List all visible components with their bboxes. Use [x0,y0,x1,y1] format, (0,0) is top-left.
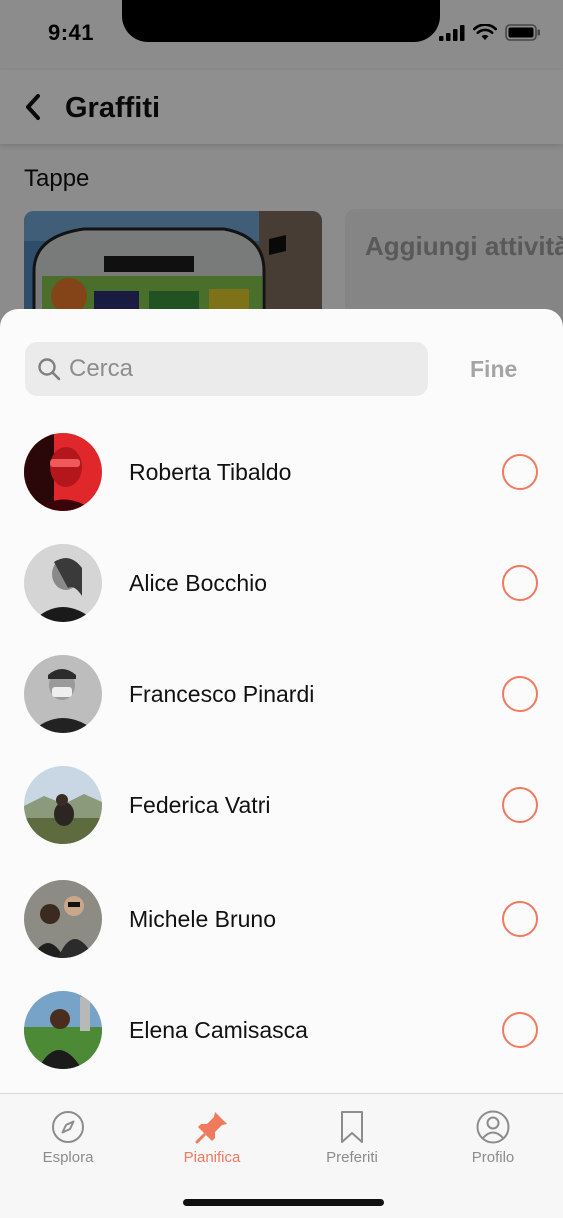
avatar [24,433,102,511]
tab-label: Pianifica [183,1149,241,1166]
contact-row[interactable]: Alice Bocchio [0,544,563,624]
contact-name: Federica Vatri [129,792,271,818]
pin-icon [195,1112,227,1144]
select-radio[interactable] [502,565,538,601]
contacts-sheet: Fine Roberta Tibaldo Alice Bocchio [0,309,563,1218]
tab-explore[interactable]: Esplora [8,1110,128,1170]
contact-row[interactable]: Francesco Pinardi [0,655,563,735]
contact-name: Alice Bocchio [129,570,268,596]
contact-row[interactable]: Elena Camisasca [0,991,563,1071]
select-radio[interactable] [502,1012,538,1048]
contact-name: Elena Camisasca [129,1017,308,1043]
search-box[interactable] [25,342,428,396]
contact-row[interactable]: Federica Vatri [0,766,563,846]
select-radio[interactable] [502,676,538,712]
home-indicator[interactable] [183,1199,384,1206]
contact-row[interactable]: Michele Bruno [0,880,563,960]
tab-bar: Esplora Pianifica Preferiti Profilo [0,1093,563,1218]
search-input[interactable] [69,351,419,387]
avatar [24,880,102,958]
avatar [24,655,102,733]
tab-plan[interactable]: Pianifica [152,1110,272,1170]
tab-profile[interactable]: Profilo [433,1110,553,1170]
tab-label: Preferiti [326,1149,378,1166]
tab-label: Esplora [42,1149,94,1166]
contact-name: Michele Bruno [129,906,277,932]
contact-row[interactable]: Roberta Tibaldo [0,433,563,513]
avatar [24,991,102,1069]
contact-name: Francesco Pinardi [129,681,315,707]
bookmark-icon [341,1111,363,1143]
select-radio[interactable] [502,901,538,937]
done-button[interactable]: Fine [470,356,517,383]
tab-label: Profilo [471,1149,515,1166]
select-radio[interactable] [502,787,538,823]
select-radio[interactable] [502,454,538,490]
contact-name: Roberta Tibaldo [129,459,292,485]
compass-icon [52,1111,84,1143]
tab-favorites[interactable]: Preferiti [292,1110,412,1170]
avatar [24,766,102,844]
avatar [24,544,102,622]
search-icon [38,358,61,381]
profile-icon [476,1110,510,1144]
